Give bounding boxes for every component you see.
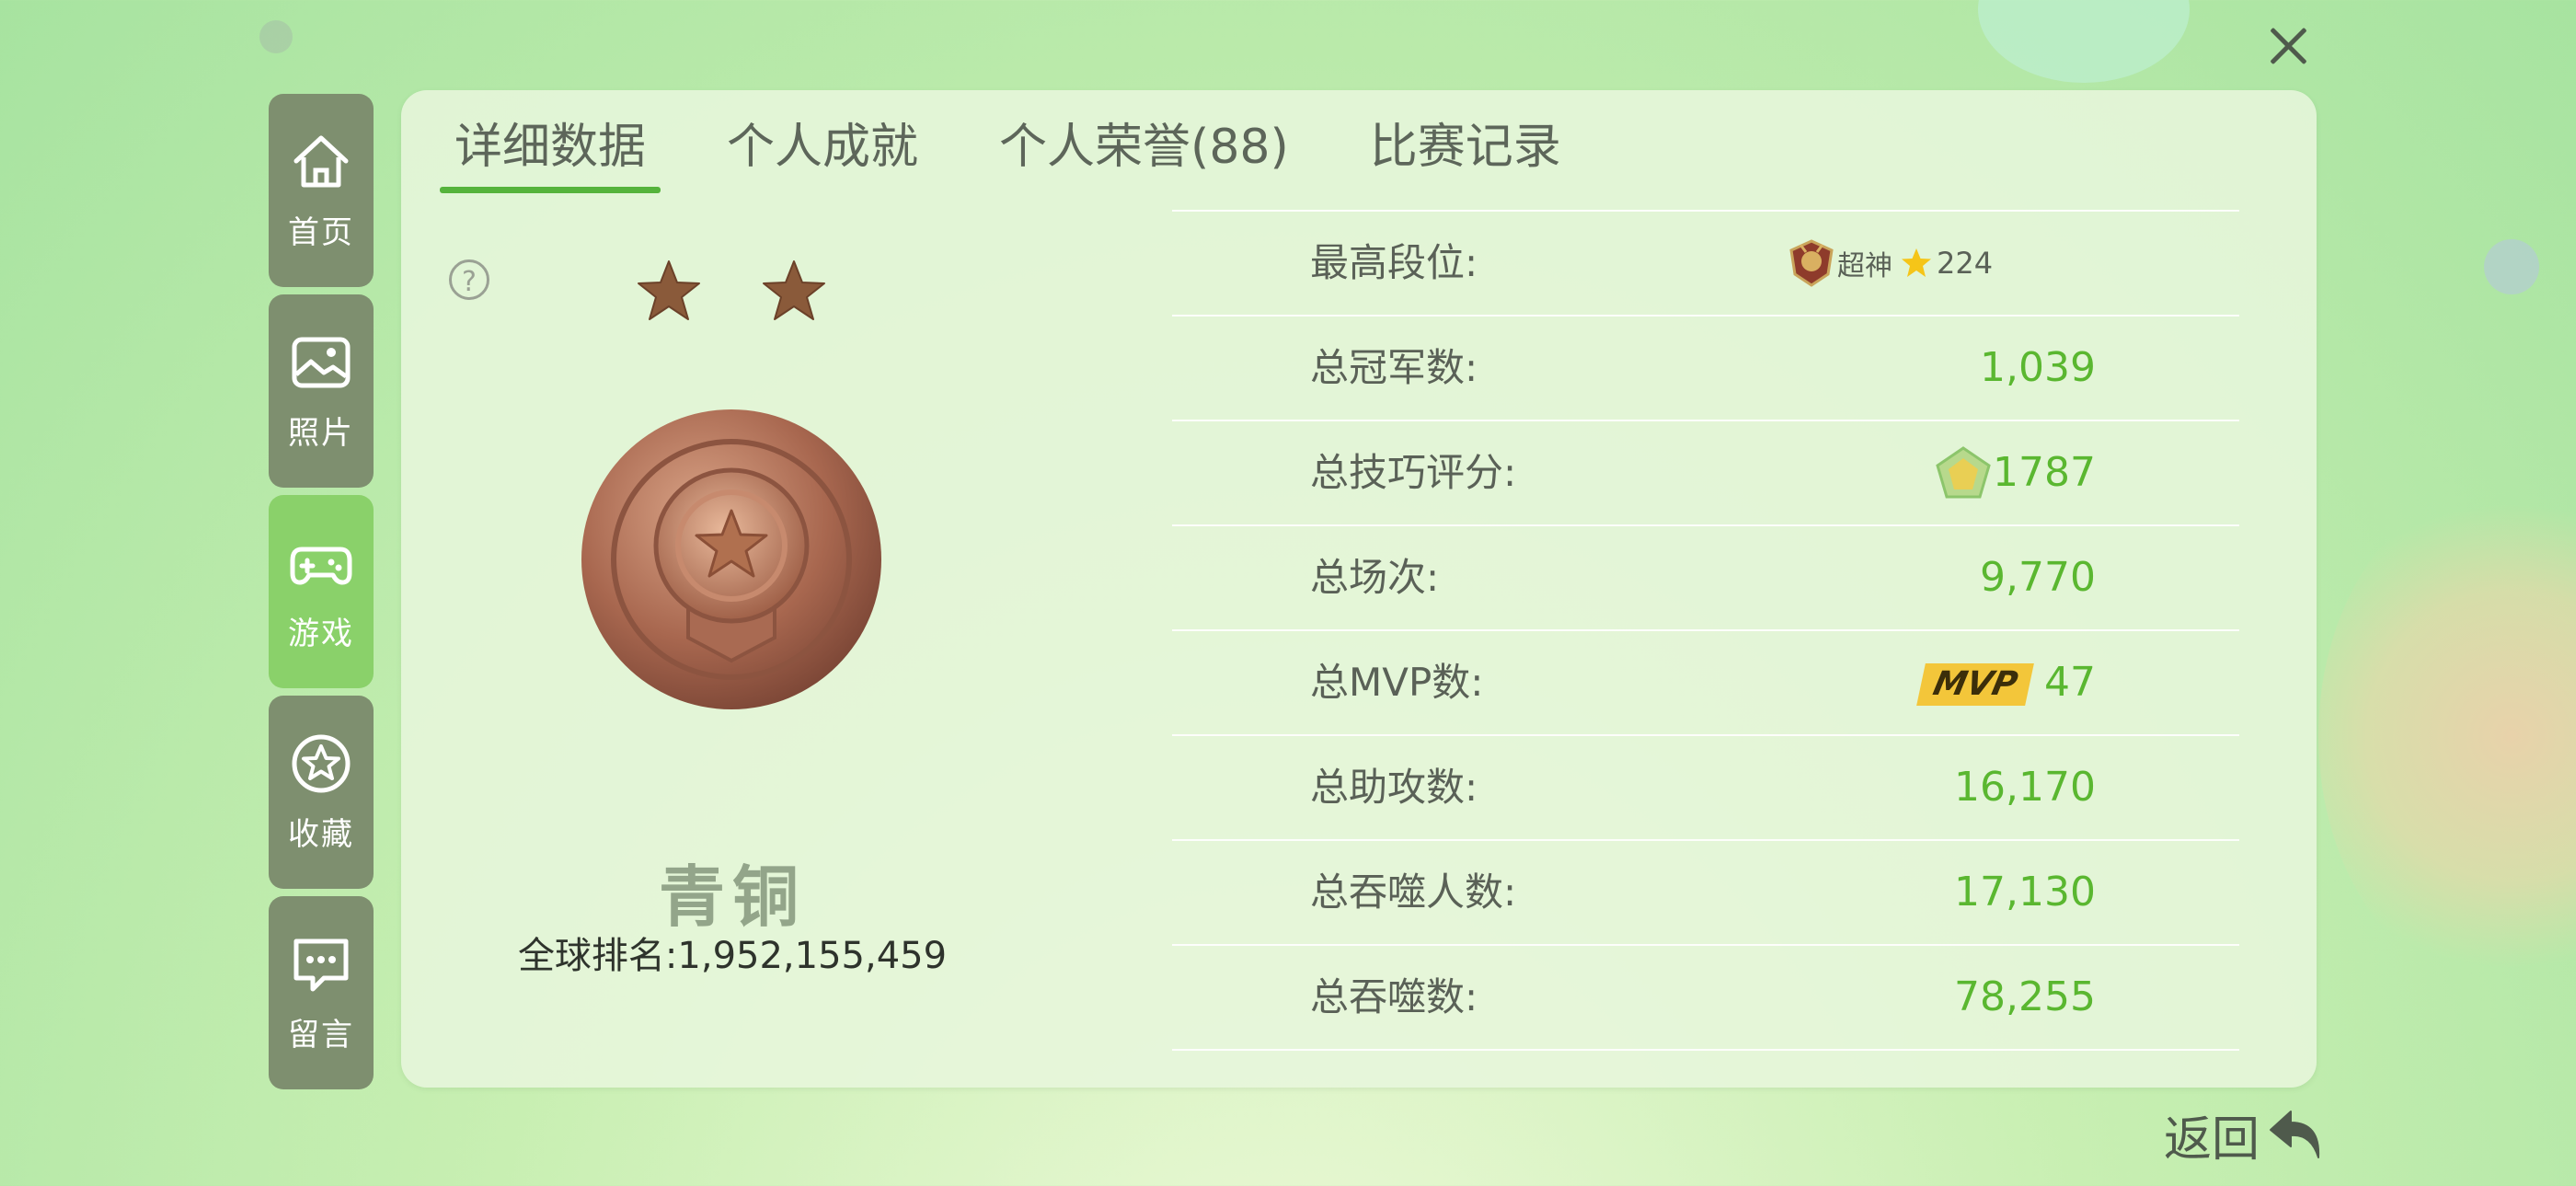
stat-value: 16,170	[1954, 764, 2096, 811]
home-icon	[293, 135, 349, 187]
peak-tier: 超神 224	[1786, 237, 1993, 289]
stat-label: 最高段位:	[1310, 240, 1478, 285]
skill-score-icon	[1936, 446, 1991, 499]
background-bubble	[1978, 0, 2190, 83]
stat-row-peak-tier: 最高段位: 超神 224	[1172, 210, 2239, 315]
stat-row-mvp: 总MVP数: MVP 47	[1172, 629, 2239, 734]
stat-row-assists: 总助攻数: 16,170	[1172, 734, 2239, 839]
tab-honors[interactable]: 个人荣誉(88)	[984, 110, 1304, 184]
stat-value: 78,255	[1954, 973, 2096, 1020]
stats-list: 最高段位: 超神 224 总冠军数: 1,039 总技巧评分: 1787 总场次…	[1172, 210, 2239, 1088]
profile-panel: 详细数据 个人成就 个人荣誉(88) 比赛记录 ? 青铜 全球排名:1,952,…	[401, 90, 2317, 1088]
background-bubble	[2318, 478, 2576, 994]
back-button[interactable]: 返回	[2164, 1102, 2326, 1168]
stat-row-total-matches: 总场次: 9,770	[1172, 524, 2239, 629]
peak-tier-name: 超神	[1837, 250, 1892, 282]
stat-label: 总MVP数:	[1310, 660, 1484, 705]
rank-star-icon	[763, 260, 825, 320]
stat-label: 总冠军数:	[1310, 345, 1478, 390]
background-bubble	[2484, 239, 2539, 294]
stat-row-total-eaten: 总吞噬数: 78,255	[1172, 944, 2239, 1049]
tab-achievements[interactable]: 个人成就	[712, 110, 933, 184]
global-rank: 全球排名:1,952,155,459	[517, 935, 948, 977]
sidebar-item-photos[interactable]: 照片	[269, 294, 374, 488]
stat-row-players-eaten: 总吞噬人数: 17,130	[1172, 839, 2239, 944]
sidebar-item-label: 收藏	[288, 815, 354, 853]
tab-match-history[interactable]: 比赛记录	[1355, 110, 1576, 184]
close-button[interactable]	[2261, 18, 2317, 74]
stat-label: 总技巧评分:	[1310, 450, 1517, 495]
help-icon[interactable]: ?	[449, 259, 489, 300]
stat-label: 总助攻数:	[1310, 765, 1478, 810]
sidebar-item-label: 照片	[288, 414, 354, 452]
stat-row-partial	[1172, 1049, 2239, 1088]
stat-row-skill-score: 总技巧评分: 1787	[1172, 420, 2239, 524]
stat-label: 总场次:	[1310, 555, 1440, 600]
return-arrow-icon	[2270, 1111, 2320, 1158]
stat-value: 47	[2044, 659, 2096, 706]
photo-icon	[292, 337, 351, 387]
stat-row-championships: 总冠军数: 1,039	[1172, 315, 2239, 420]
stat-value: 9,770	[1980, 554, 2096, 601]
stat-label: 总吞噬数:	[1310, 974, 1478, 1019]
stat-value: 1787	[1993, 449, 2096, 496]
sidebar-item-label: 留言	[288, 1016, 354, 1054]
rank-star-icon	[638, 260, 700, 320]
mvp-badge: MVP	[1916, 663, 2034, 706]
star-icon	[1902, 248, 1931, 277]
peak-tier-stars: 224	[1937, 246, 1994, 281]
tab-detailed-data[interactable]: 详细数据	[440, 110, 661, 193]
back-label: 返回	[2164, 1111, 2260, 1168]
tab-bar: 详细数据 个人成就 个人荣誉(88) 比赛记录	[440, 110, 1627, 193]
stat-value: 17,130	[1954, 869, 2096, 915]
sidebar-item-label: 游戏	[288, 615, 354, 652]
sidebar-item-games[interactable]: 游戏	[269, 495, 374, 688]
background-bubble	[259, 20, 293, 53]
sidebar-item-messages[interactable]: 留言	[269, 896, 374, 1089]
stat-value: 1,039	[1980, 344, 2096, 391]
bronze-rank-medal-icon	[581, 409, 881, 709]
stat-value-with-badge: MVP 47	[1916, 631, 2096, 734]
sidebar-item-home[interactable]: 首页	[269, 94, 374, 287]
tier-emblem-icon	[1789, 239, 1834, 287]
sidebar-item-label: 首页	[288, 213, 354, 251]
star-icon	[292, 734, 351, 792]
sidebar-nav: 首页 照片 游戏 收藏 留言	[269, 94, 374, 1097]
gamepad-icon	[290, 547, 352, 584]
sidebar-item-favorites[interactable]: 收藏	[269, 696, 374, 889]
message-icon	[293, 938, 349, 991]
stat-label: 总吞噬人数:	[1310, 869, 1517, 915]
